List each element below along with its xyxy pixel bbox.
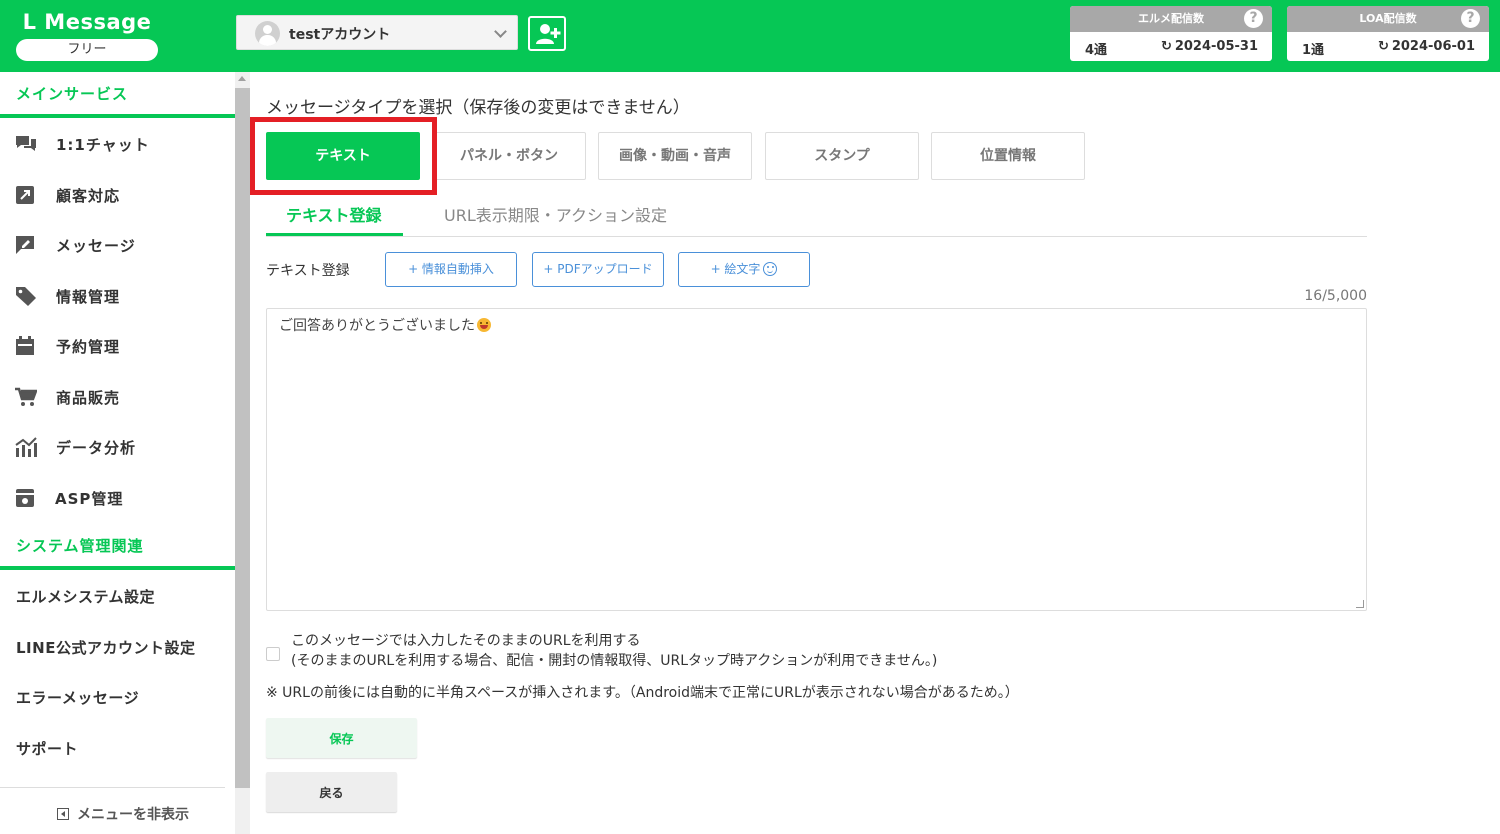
field-label: テキスト登録 — [266, 263, 350, 279]
sidebar-item-info[interactable]: 情報管理 — [0, 274, 235, 318]
hide-menu-content: メニューを非表示 — [57, 804, 189, 824]
lmessage-reset-date-text: 2024-05-31 — [1174, 39, 1258, 54]
arrow-box-icon — [16, 186, 34, 204]
add-account-button[interactable] — [528, 16, 566, 51]
sidebar-item-sales[interactable]: 商品販売 — [0, 375, 235, 419]
sidebar-item-line-settings[interactable]: LINE公式アカウント設定 — [16, 637, 195, 658]
loa-quota-box: LOA配信数 ? 1通 ↻ 2024-06-01 — [1287, 6, 1489, 61]
hide-menu-button[interactable]: メニューを非表示 — [0, 787, 225, 834]
lmessage-quota-box: エルメ配信数 ? 4通 ↻ 2024-05-31 — [1070, 6, 1272, 61]
sidebar-item-label: 予約管理 — [56, 338, 121, 356]
checkbox-label-line1: このメッセージでは入力したそのままのURLを利用する — [291, 633, 641, 649]
sub-tab-text-register[interactable]: テキスト登録 — [286, 202, 382, 236]
sub-tab-url-settings[interactable]: URL表示期限・アクション設定 — [444, 202, 667, 236]
asp-icon — [16, 489, 34, 507]
hide-menu-label: メニューを非表示 — [77, 807, 189, 823]
sidebar-item-support[interactable]: サポート — [16, 738, 78, 759]
reload-icon: ↻ — [1377, 39, 1389, 54]
sidebar-item-analytics[interactable]: データ分析 — [0, 425, 235, 469]
sidebar-item-label: 情報管理 — [56, 288, 121, 306]
sidebar-item-label: 商品販売 — [56, 389, 121, 407]
raw-url-checkbox[interactable] — [266, 647, 280, 661]
checkbox-label-line2: (そのままのURLを利用する場合、配信・開封の情報取得、URLタップ時アクション… — [291, 653, 938, 669]
type-tab-location[interactable]: 位置情報 — [931, 132, 1085, 180]
top-header: L Message フリー testアカウント エルメ配信数 ? 4通 ↻ 202… — [0, 0, 1500, 72]
sidebar-item-customer[interactable]: 顧客対応 — [0, 173, 235, 217]
loa-quota-title: LOA配信数 ? — [1287, 6, 1489, 32]
url-note: ※ URLの前後には自動的に半角スペースが挿入されます。（Android端末で正… — [266, 685, 1019, 701]
chevron-down-icon — [494, 25, 507, 38]
type-tab-text[interactable]: テキスト — [266, 132, 420, 180]
sidebar-item-system-settings[interactable]: エルメシステム設定 — [16, 586, 155, 607]
loa-reset-date: ↻ 2024-06-01 — [1378, 39, 1475, 54]
smile-icon — [763, 262, 778, 276]
lmessage-quota-title: エルメ配信数 ? — [1070, 6, 1272, 32]
reload-icon: ↻ — [1160, 39, 1172, 54]
sidebar-item-label: ASP管理 — [55, 490, 124, 508]
add-user-icon — [536, 24, 561, 44]
message-text: ご回答ありがとうございました — [279, 318, 475, 334]
type-tab-stamp[interactable]: スタンプ — [765, 132, 919, 180]
back-button[interactable]: 戻る — [266, 772, 397, 812]
type-tab-media[interactable]: 画像・動画・音声 — [598, 132, 752, 180]
sidebar-item-label: 1:1チャット — [56, 136, 150, 154]
section-divider — [0, 566, 235, 570]
logo-text: L Message — [22, 10, 152, 34]
scroll-up-icon[interactable] — [238, 76, 246, 81]
cart-icon — [15, 387, 37, 406]
sidebar-scrollbar[interactable] — [235, 72, 250, 834]
sidebar-item-asp[interactable]: ASP管理 — [0, 476, 235, 520]
avatar-icon — [255, 21, 280, 46]
sidebar-item-reservation[interactable]: 予約管理 — [0, 324, 235, 368]
emoji-button-label: + 絵文字 — [710, 262, 761, 276]
sidebar-item-label: データ分析 — [56, 439, 137, 457]
loa-reset-date-text: 2024-06-01 — [1391, 39, 1475, 54]
chart-icon — [15, 437, 37, 457]
logo[interactable]: L Message フリー — [16, 8, 158, 61]
tag-icon — [16, 287, 36, 306]
message-textarea[interactable]: ご回答ありがとうございました — [266, 308, 1367, 611]
sidebar-item-message[interactable]: メッセージ — [0, 223, 235, 267]
lmessage-quota-title-text: エルメ配信数 — [1138, 12, 1204, 25]
collapse-icon — [57, 808, 69, 820]
type-tab-panel-button[interactable]: パネル・ボタン — [432, 132, 586, 180]
main-service-title: メインサービス — [16, 85, 129, 103]
lmessage-reset-date: ↻ 2024-05-31 — [1161, 39, 1258, 54]
smiling-face-emoji-icon — [477, 318, 491, 332]
tab-divider — [266, 236, 1367, 237]
section-divider — [0, 114, 235, 118]
plan-badge: フリー — [16, 39, 158, 61]
chat-icon — [16, 136, 36, 151]
save-button[interactable]: 保存 — [266, 718, 417, 758]
sidebar: メインサービス 1:1チャット 顧客対応 メッセージ 情報管理 予約管理 商品販… — [0, 72, 235, 834]
calendar-icon — [16, 336, 34, 355]
sidebar-item-error-message[interactable]: エラーメッセージ — [16, 687, 139, 708]
help-icon[interactable]: ? — [1461, 9, 1480, 28]
loa-quota-title-text: LOA配信数 — [1359, 12, 1417, 25]
lmessage-quota-count: 4通 — [1085, 43, 1108, 58]
sidebar-item-label: 顧客対応 — [56, 187, 121, 205]
help-icon[interactable]: ? — [1244, 9, 1263, 28]
account-selector[interactable]: testアカウント — [236, 15, 518, 50]
message-edit-icon — [16, 236, 34, 254]
sidebar-item-chat[interactable]: 1:1チャット — [0, 122, 235, 166]
pdf-upload-button[interactable]: + PDFアップロード — [532, 252, 664, 287]
account-name: testアカウント — [289, 27, 391, 43]
insert-info-button[interactable]: + 情報自動挿入 — [385, 252, 517, 287]
emoji-button[interactable]: + 絵文字 — [678, 252, 810, 287]
char-counter: 16/5,000 — [1304, 288, 1367, 304]
sidebar-item-label: メッセージ — [56, 237, 136, 255]
raw-url-checkbox-label[interactable]: このメッセージでは入力したそのままのURLを利用する (そのままのURLを利用す… — [291, 631, 937, 671]
resize-handle-icon[interactable] — [1356, 600, 1364, 608]
page-title: メッセージタイプを選択（保存後の変更はできません） — [266, 98, 690, 118]
system-section-title: システム管理関連 — [16, 537, 144, 555]
loa-quota-count: 1通 — [1302, 43, 1325, 58]
scrollbar-thumb[interactable] — [235, 88, 250, 788]
